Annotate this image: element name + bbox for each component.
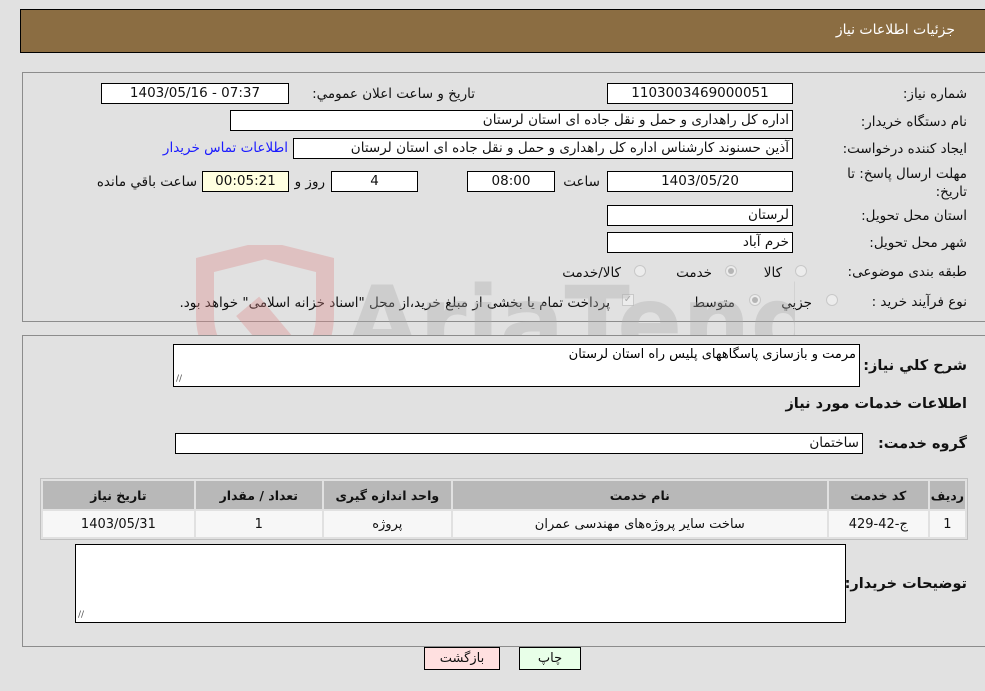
buyer-org-label: نام دستگاه خریدار: bbox=[860, 114, 967, 130]
category-option-goods: کالا bbox=[763, 265, 782, 281]
delivery-province-field: لرستان bbox=[607, 205, 793, 226]
print-button[interactable]: چاپ bbox=[519, 647, 581, 670]
remaining-time-field: 00:05:21 bbox=[202, 171, 289, 192]
cell-row-number: 1 bbox=[929, 511, 965, 537]
treasury-checkbox[interactable]: ✓ bbox=[622, 294, 634, 306]
cell-quantity: 1 bbox=[195, 511, 322, 537]
service-group-label: گروه خدمت: bbox=[877, 436, 967, 452]
services-section-title: اطلاعات خدمات مورد نیاز bbox=[785, 396, 967, 412]
purchase-option-medium: متوسط bbox=[692, 295, 735, 311]
table-header-row: ردیف کد خدمت نام خدمت واحد اندازه گیری ت… bbox=[43, 481, 965, 509]
cell-unit: پروژه bbox=[323, 511, 451, 537]
col-header-quantity: تعداد / مقدار bbox=[195, 481, 322, 509]
requester-field: آذین حسنوند کارشناس اداره کل راهداری و ح… bbox=[293, 138, 793, 159]
treasury-note: پرداخت تمام یا بخشی از مبلغ خرید،از محل … bbox=[179, 295, 610, 311]
category-label: طبقه بندی موضوعی: bbox=[847, 264, 967, 280]
category-radio-service[interactable] bbox=[725, 265, 737, 277]
col-header-service-name: نام خدمت bbox=[452, 481, 827, 509]
deadline-days-field: 4 bbox=[331, 171, 418, 192]
purchase-radio-medium[interactable] bbox=[749, 294, 761, 306]
col-header-unit: واحد اندازه گیری bbox=[323, 481, 451, 509]
description-textarea[interactable] bbox=[173, 344, 860, 387]
resize-grip-icon[interactable]: // bbox=[78, 611, 84, 620]
table-row: 1 ج-42-429 ساخت سایر پروژه‌های مهندسی عم… bbox=[43, 511, 965, 537]
col-header-row-number: ردیف bbox=[929, 481, 965, 509]
need-number-field: 1103003469000051 bbox=[607, 83, 793, 104]
col-header-need-date: تاریخ نیاز bbox=[43, 481, 194, 509]
resize-grip-icon[interactable]: // bbox=[176, 375, 182, 384]
announce-datetime-field: 1403/05/16 - 07:37 bbox=[101, 83, 289, 104]
delivery-city-label: شهر محل تحویل: bbox=[869, 235, 967, 251]
need-number-label: شماره نیاز: bbox=[902, 86, 967, 102]
buyer-org-field: اداره کل راهداری و حمل و نقل جاده ای است… bbox=[230, 110, 793, 131]
purchase-type-label: نوع فرآیند خرید : bbox=[871, 294, 967, 310]
col-header-service-code: کد خدمت bbox=[828, 481, 928, 509]
deadline-label-line2: تاریخ: bbox=[935, 184, 967, 200]
announce-datetime-label: تاریخ و ساعت اعلان عمومي: bbox=[312, 86, 475, 102]
category-option-goods-service: کالا/خدمت bbox=[562, 265, 621, 281]
buyer-contact-link[interactable]: اطلاعات تماس خریدار bbox=[163, 140, 288, 156]
deadline-time-label: ساعت bbox=[563, 174, 600, 190]
buyer-notes-label: توضیحات خریدار: bbox=[844, 576, 967, 592]
delivery-city-field: خرم آباد bbox=[607, 232, 793, 253]
days-label: روز و bbox=[294, 174, 325, 190]
category-option-service: خدمت bbox=[676, 265, 712, 281]
page-title: جزئیات اطلاعات نیاز bbox=[835, 22, 955, 38]
deadline-label-line1: مهلت ارسال پاسخ: تا bbox=[847, 166, 967, 182]
description-label: شرح کلي نیاز: bbox=[863, 358, 967, 374]
back-button[interactable]: بازگشت bbox=[424, 647, 500, 670]
requester-label: ایجاد کننده درخواست: bbox=[842, 141, 967, 157]
cell-service-code: ج-42-429 bbox=[828, 511, 928, 537]
cell-need-date: 1403/05/31 bbox=[43, 511, 194, 537]
category-radio-goods-service[interactable] bbox=[634, 265, 646, 277]
buyer-notes-textarea[interactable] bbox=[75, 544, 846, 623]
services-table: ردیف کد خدمت نام خدمت واحد اندازه گیری ت… bbox=[40, 478, 968, 540]
deadline-time-field: 08:00 bbox=[467, 171, 555, 192]
remaining-label: ساعت باقي مانده bbox=[96, 174, 197, 190]
purchase-option-minor: جزیي bbox=[781, 295, 812, 311]
delivery-province-label: استان محل تحویل: bbox=[861, 208, 967, 224]
cell-service-name: ساخت سایر پروژه‌های مهندسی عمران bbox=[452, 511, 827, 537]
purchase-radio-minor[interactable] bbox=[826, 294, 838, 306]
category-radio-goods[interactable] bbox=[795, 265, 807, 277]
page-header: جزئیات اطلاعات نیاز bbox=[20, 9, 985, 53]
service-group-field: ساختمان bbox=[175, 433, 863, 454]
deadline-date-field: 1403/05/20 bbox=[607, 171, 793, 192]
